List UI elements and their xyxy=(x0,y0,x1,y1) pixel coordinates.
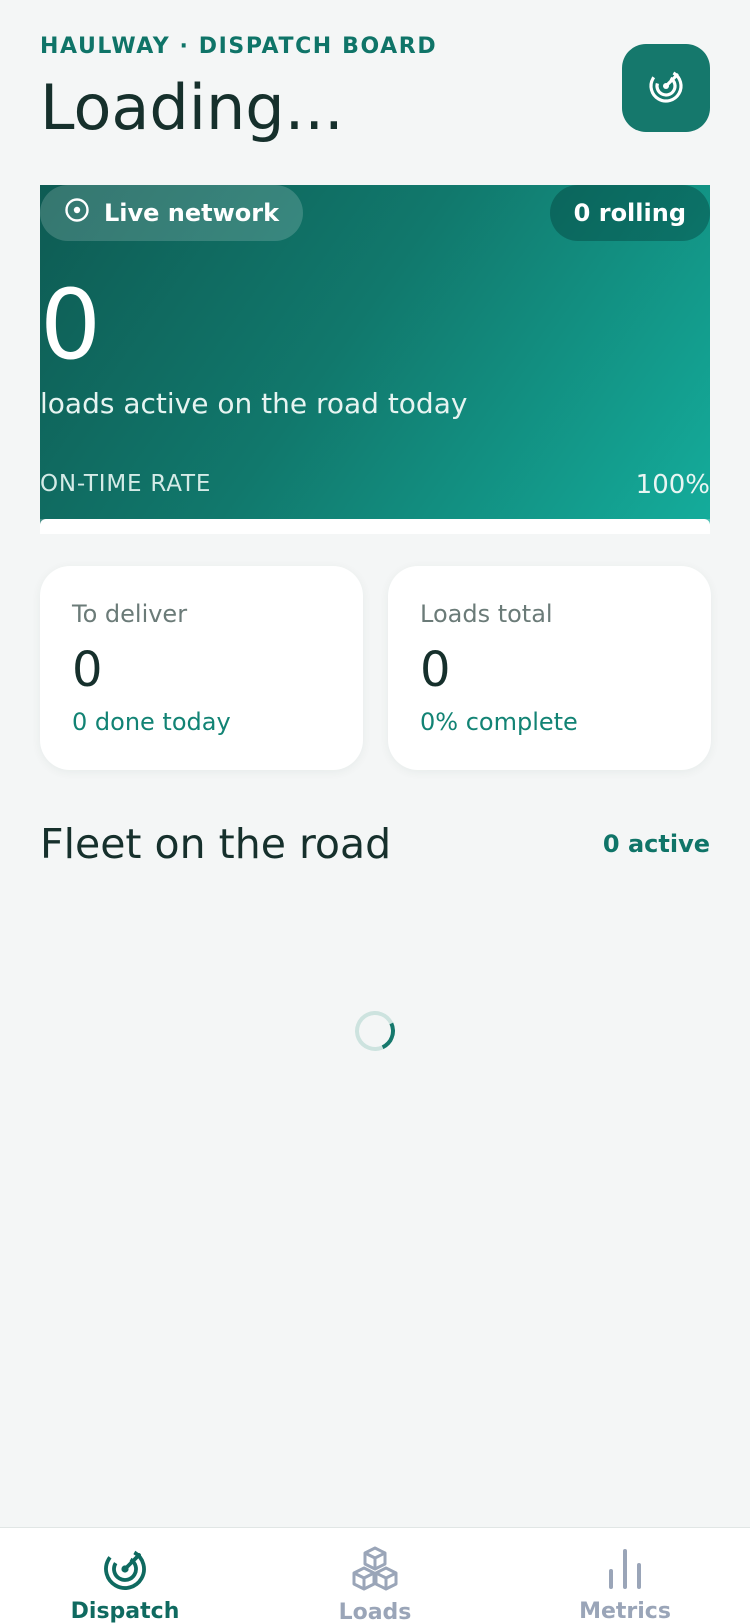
on-time-rate-value: 100% xyxy=(635,470,710,500)
fleet-active-count: 0 active xyxy=(602,830,710,858)
active-loads-caption: loads active on the road today xyxy=(40,387,468,420)
bar-chart-icon xyxy=(600,1544,650,1593)
active-loads-count: 0 xyxy=(40,269,102,381)
nav-item-metrics[interactable]: Metrics xyxy=(500,1528,750,1624)
nav-label: Loads xyxy=(338,1600,412,1624)
stat-value: 0 xyxy=(72,642,103,698)
page-title: Loading... xyxy=(40,71,344,144)
live-network-label: Live network xyxy=(104,199,280,227)
stat-value: 0 xyxy=(420,642,451,698)
on-time-rate-label: ON-TIME RATE xyxy=(40,471,212,497)
rolling-count-badge: 0 rolling xyxy=(549,185,710,241)
app-eyebrow: HAULWAY · DISPATCH BOARD xyxy=(40,34,438,59)
stat-label: To deliver xyxy=(72,600,188,628)
network-summary-card: Live network 0 rolling 0 loads active on… xyxy=(40,185,710,534)
live-network-badge[interactable]: Live network xyxy=(40,185,304,241)
loading-spinner xyxy=(349,1005,401,1057)
bottom-navigation: Dispatch Loads Metrics xyxy=(0,1527,750,1624)
stat-note: 0% complete xyxy=(420,708,578,736)
nav-item-loads[interactable]: Loads xyxy=(250,1528,500,1624)
loads-total-card[interactable]: Loads total 0 0% complete xyxy=(388,566,711,770)
stat-note: 0 done today xyxy=(72,708,231,736)
on-time-rate-bar xyxy=(40,519,710,534)
radar-icon xyxy=(646,66,686,110)
nav-item-dispatch[interactable]: Dispatch xyxy=(0,1528,250,1624)
target-icon xyxy=(64,197,90,229)
boxes-icon xyxy=(350,1544,400,1594)
radar-icon xyxy=(100,1544,150,1593)
fleet-section-title: Fleet on the road xyxy=(40,820,392,868)
radar-button[interactable] xyxy=(622,44,710,132)
nav-label: Metrics xyxy=(579,1599,671,1624)
stat-label: Loads total xyxy=(420,600,553,628)
nav-label: Dispatch xyxy=(70,1599,180,1624)
to-deliver-card[interactable]: To deliver 0 0 done today xyxy=(40,566,363,770)
dispatch-board-screen: HAULWAY · DISPATCH BOARD Loading... Live… xyxy=(0,0,750,1624)
on-time-rate-fill xyxy=(40,519,710,534)
